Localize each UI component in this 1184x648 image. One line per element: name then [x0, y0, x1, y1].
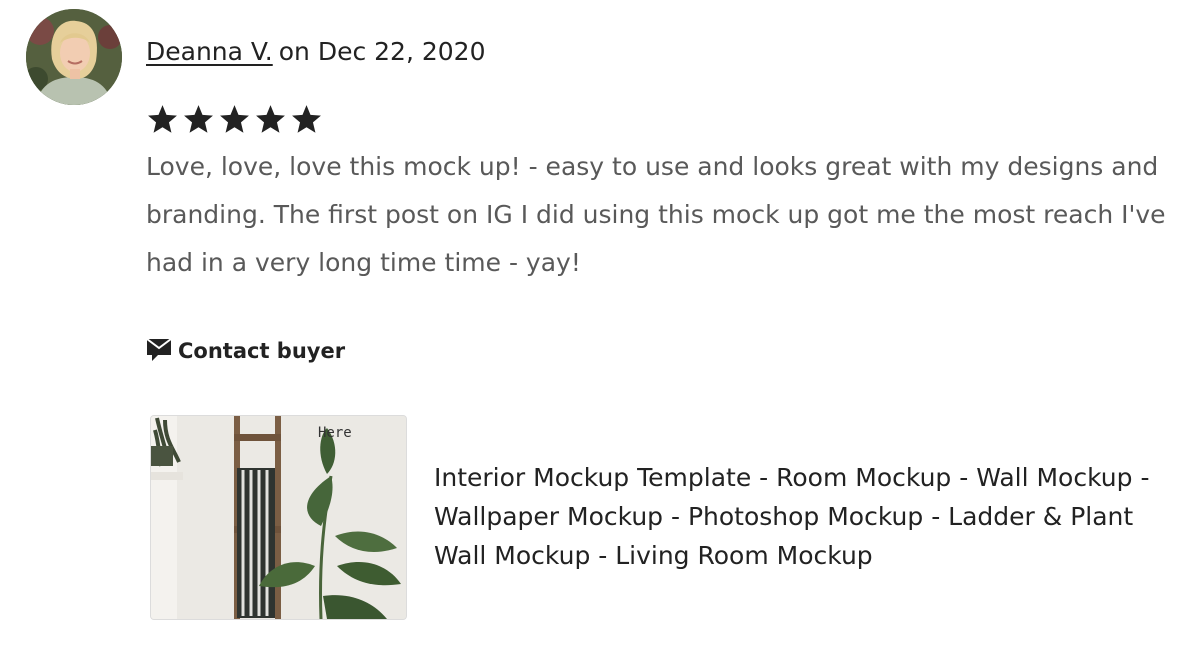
- listing-title-link[interactable]: Interior Mockup Template - Room Mockup -…: [434, 458, 1154, 575]
- message-icon: [146, 338, 172, 361]
- star-icon: [256, 105, 285, 133]
- star-rating: [146, 103, 323, 136]
- review-text: Love, love, love this mock up! - easy to…: [146, 152, 1166, 277]
- date-prefix: on: [278, 37, 310, 66]
- review-header: Deanna V. on Dec 22, 2020: [146, 36, 485, 68]
- contact-buyer-button[interactable]: Contact buyer: [146, 338, 345, 364]
- star-icon: [292, 105, 321, 133]
- star-icon: [184, 105, 213, 133]
- star-icon: [220, 105, 249, 133]
- reviewer-name-link[interactable]: Deanna V.: [146, 37, 273, 66]
- contact-buyer-label: Contact buyer: [178, 339, 346, 363]
- listing-thumbnail[interactable]: Here: [150, 415, 407, 620]
- star-icon: [148, 105, 177, 133]
- thumbnail-caption: Here: [318, 425, 352, 441]
- reviewer-avatar[interactable]: [26, 9, 122, 105]
- review-date: Dec 22, 2020: [317, 37, 486, 66]
